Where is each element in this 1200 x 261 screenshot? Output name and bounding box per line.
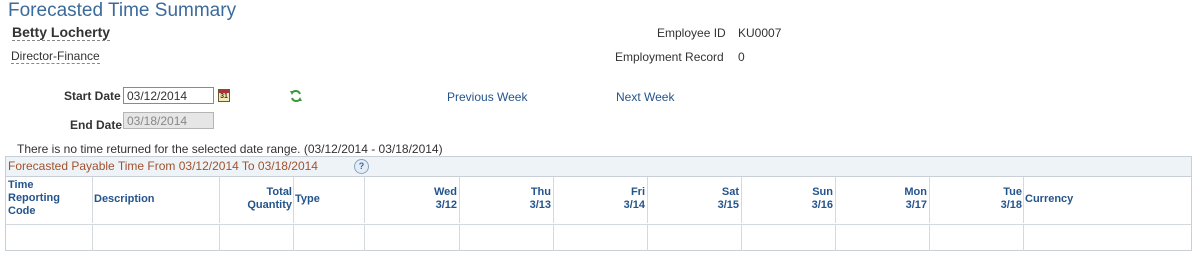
refresh-icon[interactable]: [289, 89, 303, 103]
table-cell: [220, 224, 294, 251]
grid-title: Forecasted Payable Time From 03/12/2014 …: [8, 159, 318, 173]
grid-header: Forecasted Payable Time From 03/12/2014 …: [6, 157, 1191, 177]
table-cell: [1024, 224, 1191, 251]
table-cell: [648, 224, 742, 251]
end-date-input: [123, 112, 214, 129]
col-day-name: Mon: [904, 186, 927, 198]
col-currency-label: Currency: [1025, 193, 1074, 205]
employment-record-label: Employment Record: [615, 50, 724, 64]
page-title: Forecasted Time Summary: [8, 0, 237, 21]
col-day-date: 3/16: [811, 199, 833, 211]
next-week-link[interactable]: Next Week: [616, 90, 674, 104]
col-day-name: Thu: [530, 186, 551, 198]
table-cell: [365, 224, 460, 251]
col-type[interactable]: Type: [294, 177, 365, 223]
col-type-label: Type: [295, 193, 320, 205]
calendar-icon[interactable]: 31: [218, 89, 230, 102]
col-day-sat[interactable]: Sat 3/15: [648, 177, 742, 223]
col-day-thu[interactable]: Thu 3/13: [460, 177, 554, 223]
col-day-date: 3/17: [905, 199, 927, 211]
table-cell: [836, 224, 930, 251]
col-day-name: Tue: [1003, 186, 1022, 198]
table-cell: [554, 224, 648, 251]
col-day-date: 3/18: [1000, 199, 1022, 211]
forecasted-payable-time-grid: Forecasted Payable Time From 03/12/2014 …: [5, 156, 1192, 251]
help-icon[interactable]: ?: [354, 159, 369, 174]
col-description[interactable]: Description: [93, 177, 220, 223]
col-day-mon[interactable]: Mon 3/17: [836, 177, 930, 223]
calendar-icon-number: 31: [220, 93, 228, 100]
col-trc-line-1: Time: [8, 179, 34, 191]
employee-id-label: Employee ID: [657, 26, 726, 40]
table-cell: [6, 224, 93, 251]
col-total-quantity-line-1: Total: [266, 186, 292, 198]
employee-name: Betty Locherty: [12, 24, 111, 41]
table-cell: [930, 224, 1024, 251]
col-day-name: Wed: [433, 186, 457, 198]
col-total-quantity-line-2: Quantity: [247, 199, 292, 211]
col-day-sun[interactable]: Sun 3/16: [742, 177, 836, 223]
col-day-date: 3/14: [623, 199, 645, 211]
col-day-name: Fri: [630, 186, 645, 198]
col-day-date: 3/15: [717, 199, 739, 211]
col-day-tue[interactable]: Tue 3/18: [930, 177, 1024, 223]
start-date-input[interactable]: [123, 87, 214, 104]
col-day-fri[interactable]: Fri 3/14: [554, 177, 648, 223]
table-cell: [93, 224, 220, 251]
col-description-label: Description: [94, 193, 155, 205]
previous-week-link[interactable]: Previous Week: [447, 90, 527, 104]
col-trc-line-3: Code: [8, 205, 36, 217]
col-day-wed[interactable]: Wed 3/12: [365, 177, 460, 223]
col-day-date: 3/13: [529, 199, 551, 211]
table-cell: [742, 224, 836, 251]
employee-id-value: KU0007: [738, 26, 782, 40]
employee-job-title: Director-Finance: [11, 49, 100, 64]
col-trc-line-2: Reporting: [8, 192, 60, 204]
col-day-name: Sat: [721, 186, 739, 198]
col-day-name: Sun: [812, 186, 833, 198]
end-date-label: End Date: [70, 118, 123, 132]
col-currency[interactable]: Currency: [1024, 177, 1191, 223]
employment-record-value: 0: [738, 50, 745, 64]
col-time-reporting-code[interactable]: Time Reporting Code: [6, 177, 93, 223]
no-time-message: There is no time returned for the select…: [17, 142, 443, 156]
table-cell: [460, 224, 554, 251]
col-total-quantity[interactable]: Total Quantity: [220, 177, 294, 223]
col-day-date: 3/12: [435, 199, 457, 211]
start-date-label: Start Date: [64, 89, 121, 103]
table-cell: [294, 224, 365, 251]
